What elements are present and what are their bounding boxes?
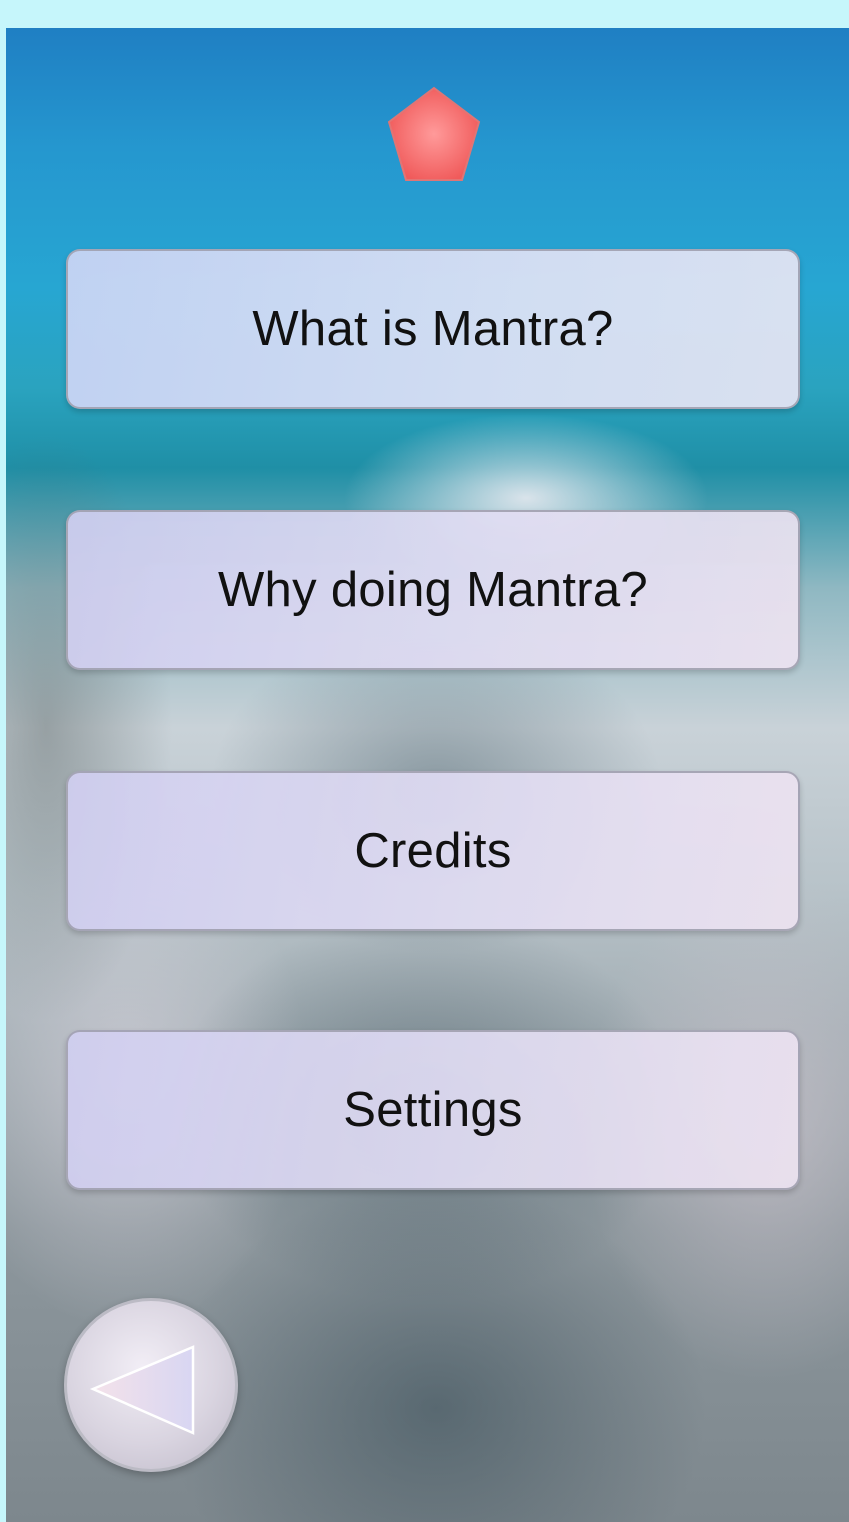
why-doing-mantra-label: Why doing Mantra?: [218, 563, 648, 617]
credits-label: Credits: [354, 824, 512, 878]
pentagon-icon: [387, 86, 481, 181]
credits-button[interactable]: Credits: [66, 771, 800, 931]
back-triangle-icon: [89, 1345, 195, 1435]
why-doing-mantra-button[interactable]: Why doing Mantra?: [66, 510, 800, 670]
what-is-mantra-label: What is Mantra?: [252, 302, 614, 356]
settings-label: Settings: [343, 1083, 523, 1137]
what-is-mantra-button[interactable]: What is Mantra?: [66, 249, 800, 409]
back-button[interactable]: [64, 1298, 238, 1472]
settings-button[interactable]: Settings: [66, 1030, 800, 1190]
